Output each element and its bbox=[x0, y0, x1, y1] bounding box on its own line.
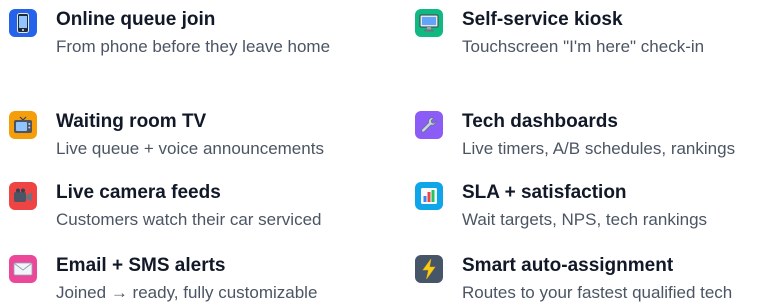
feature-description: Joined → ready, fully customizable bbox=[56, 283, 318, 302]
feature-title: Live camera feeds bbox=[56, 182, 221, 203]
feature-title: SLA + satisfaction bbox=[462, 182, 627, 203]
feature-description: Touchscreen "I'm here" check-in bbox=[462, 37, 705, 56]
feature-title: Email + SMS alerts bbox=[56, 255, 226, 276]
feature-tech-dashboards: Tech dashboards Live timers, A/B schedul… bbox=[415, 110, 784, 162]
feature-description: Live queue + voice announcements bbox=[56, 139, 324, 158]
feature-email-sms-alerts: Email + SMS alerts Joined → ready, fully… bbox=[9, 254, 376, 306]
feature-waiting-room-tv: Waiting room TV Live queue + voice annou… bbox=[9, 110, 376, 162]
lightning-icon bbox=[415, 255, 443, 283]
envelope-icon bbox=[9, 255, 37, 283]
feature-description: Routes to your fastest qualified tech bbox=[462, 283, 733, 302]
feature-description: From phone before they leave home bbox=[56, 37, 331, 56]
tv-icon bbox=[9, 111, 37, 139]
wrench-icon bbox=[415, 111, 443, 139]
feature-title: Waiting room TV bbox=[56, 111, 207, 132]
feature-title: Online queue join bbox=[56, 9, 216, 30]
feature-description: Wait targets, NPS, tech rankings bbox=[462, 210, 708, 229]
feature-smart-auto-assignment: Smart auto-assignment Routes to your fas… bbox=[415, 254, 784, 306]
feature-online-queue-join: Online queue join From phone before they… bbox=[9, 8, 376, 60]
phone-icon bbox=[9, 9, 37, 37]
feature-sla-satisfaction: SLA + satisfaction Wait targets, NPS, te… bbox=[415, 181, 784, 233]
feature-self-service-kiosk: Self-service kiosk Touchscreen "I'm here… bbox=[415, 8, 784, 60]
feature-title: Tech dashboards bbox=[462, 111, 618, 132]
monitor-icon bbox=[415, 9, 443, 37]
feature-description: Live timers, A/B schedules, rankings bbox=[462, 139, 736, 158]
feature-live-camera-feeds: Live camera feeds Customers watch their … bbox=[9, 181, 376, 233]
bar-chart-icon bbox=[415, 182, 443, 210]
feature-title: Self-service kiosk bbox=[462, 9, 623, 30]
feature-grid: Online queue join From phone before they… bbox=[0, 0, 784, 306]
video-camera-icon bbox=[9, 182, 37, 210]
feature-title: Smart auto-assignment bbox=[462, 255, 674, 276]
feature-description: Customers watch their car serviced bbox=[56, 210, 322, 229]
